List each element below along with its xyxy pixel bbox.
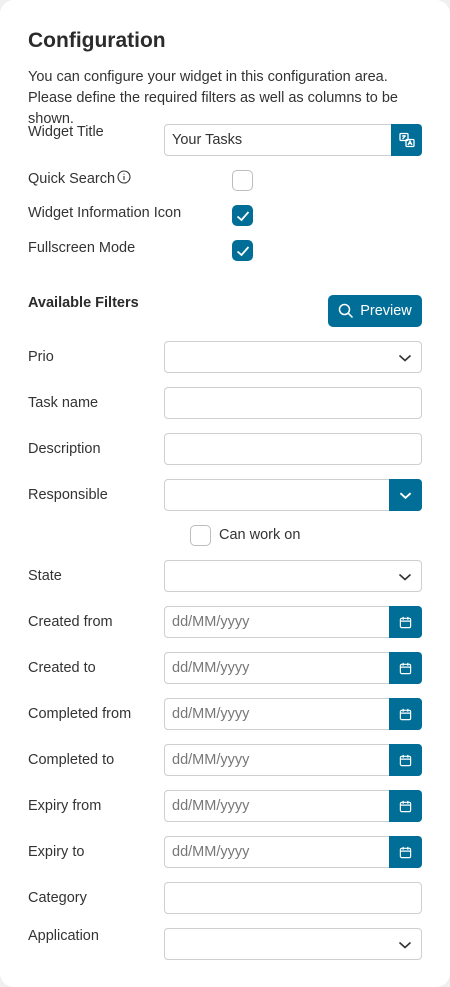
chevron-down-icon <box>398 354 412 362</box>
date-placeholder: dd/MM/yyyy <box>172 614 250 630</box>
chevron-down-icon <box>398 941 412 949</box>
category-input[interactable] <box>164 882 422 914</box>
check-icon <box>236 210 249 221</box>
responsible-label: Responsible <box>28 487 108 503</box>
chevron-down-icon <box>398 573 412 581</box>
description-label: Description <box>28 441 101 457</box>
task-name-input[interactable] <box>164 387 422 419</box>
date-placeholder: dd/MM/yyyy <box>172 752 250 768</box>
calendar-icon <box>399 754 412 766</box>
configuration-panel: Configuration You can configure your wid… <box>0 0 450 987</box>
preview-button[interactable]: Preview <box>328 295 422 327</box>
application-label: Application <box>28 928 99 944</box>
expiry-to-input[interactable]: dd/MM/yyyy <box>164 836 422 868</box>
widget-info-icon-label: Widget Information Icon <box>28 205 182 221</box>
calendar-button[interactable] <box>389 744 422 776</box>
state-select[interactable] <box>164 560 422 592</box>
translate-icon <box>398 132 415 148</box>
completed-from-label: Completed from <box>28 706 132 722</box>
application-select[interactable] <box>164 928 422 960</box>
created-to-label: Created to <box>28 660 96 676</box>
date-placeholder: dd/MM/yyyy <box>172 844 250 860</box>
calendar-button[interactable] <box>389 606 422 638</box>
prio-select[interactable] <box>164 341 422 373</box>
state-label: State <box>28 568 62 584</box>
expiry-from-label: Expiry from <box>28 798 102 814</box>
info-icon[interactable] <box>117 170 131 184</box>
widget-title-input[interactable]: Your Tasks <box>164 124 422 156</box>
can-work-on-checkbox[interactable] <box>190 525 211 546</box>
available-filters-heading: Available Filters <box>28 295 139 311</box>
chevron-down-icon <box>399 491 412 499</box>
calendar-button[interactable] <box>389 836 422 868</box>
calendar-icon <box>399 662 412 674</box>
calendar-button[interactable] <box>389 698 422 730</box>
calendar-icon <box>399 616 412 628</box>
created-to-input[interactable]: dd/MM/yyyy <box>164 652 422 684</box>
completed-to-input[interactable]: dd/MM/yyyy <box>164 744 422 776</box>
calendar-button[interactable] <box>389 790 422 822</box>
responsible-dropdown-button[interactable] <box>389 479 422 511</box>
fullscreen-mode-label: Fullscreen Mode <box>28 240 136 256</box>
expiry-from-input[interactable]: dd/MM/yyyy <box>164 790 422 822</box>
quick-search-label: Quick Search <box>28 171 116 187</box>
calendar-icon <box>399 800 412 812</box>
fullscreen-mode-checkbox[interactable] <box>232 240 253 261</box>
calendar-icon <box>399 708 412 720</box>
task-name-label: Task name <box>28 395 99 411</box>
widget-info-icon-checkbox[interactable] <box>232 205 253 226</box>
translate-button[interactable] <box>391 124 422 156</box>
created-from-label: Created from <box>28 614 113 630</box>
quick-search-checkbox[interactable] <box>232 170 253 191</box>
date-placeholder: dd/MM/yyyy <box>172 706 250 722</box>
widget-title-value: Your Tasks <box>172 132 243 148</box>
page-description: You can configure your widget in this co… <box>28 69 398 127</box>
category-label: Category <box>28 890 87 906</box>
widget-title-label: Widget Title <box>28 124 104 140</box>
page-title: Configuration <box>28 29 166 52</box>
check-icon <box>236 245 249 256</box>
date-placeholder: dd/MM/yyyy <box>172 798 250 814</box>
search-icon <box>338 303 354 319</box>
responsible-input[interactable] <box>164 479 422 511</box>
prio-label: Prio <box>28 349 54 365</box>
calendar-icon <box>399 846 412 858</box>
can-work-on-label: Can work on <box>219 527 301 543</box>
date-placeholder: dd/MM/yyyy <box>172 660 250 676</box>
calendar-button[interactable] <box>389 652 422 684</box>
created-from-input[interactable]: dd/MM/yyyy <box>164 606 422 638</box>
preview-button-label: Preview <box>360 303 412 319</box>
description-input[interactable] <box>164 433 422 465</box>
completed-to-label: Completed to <box>28 752 115 768</box>
expiry-to-label: Expiry to <box>28 844 85 860</box>
completed-from-input[interactable]: dd/MM/yyyy <box>164 698 422 730</box>
